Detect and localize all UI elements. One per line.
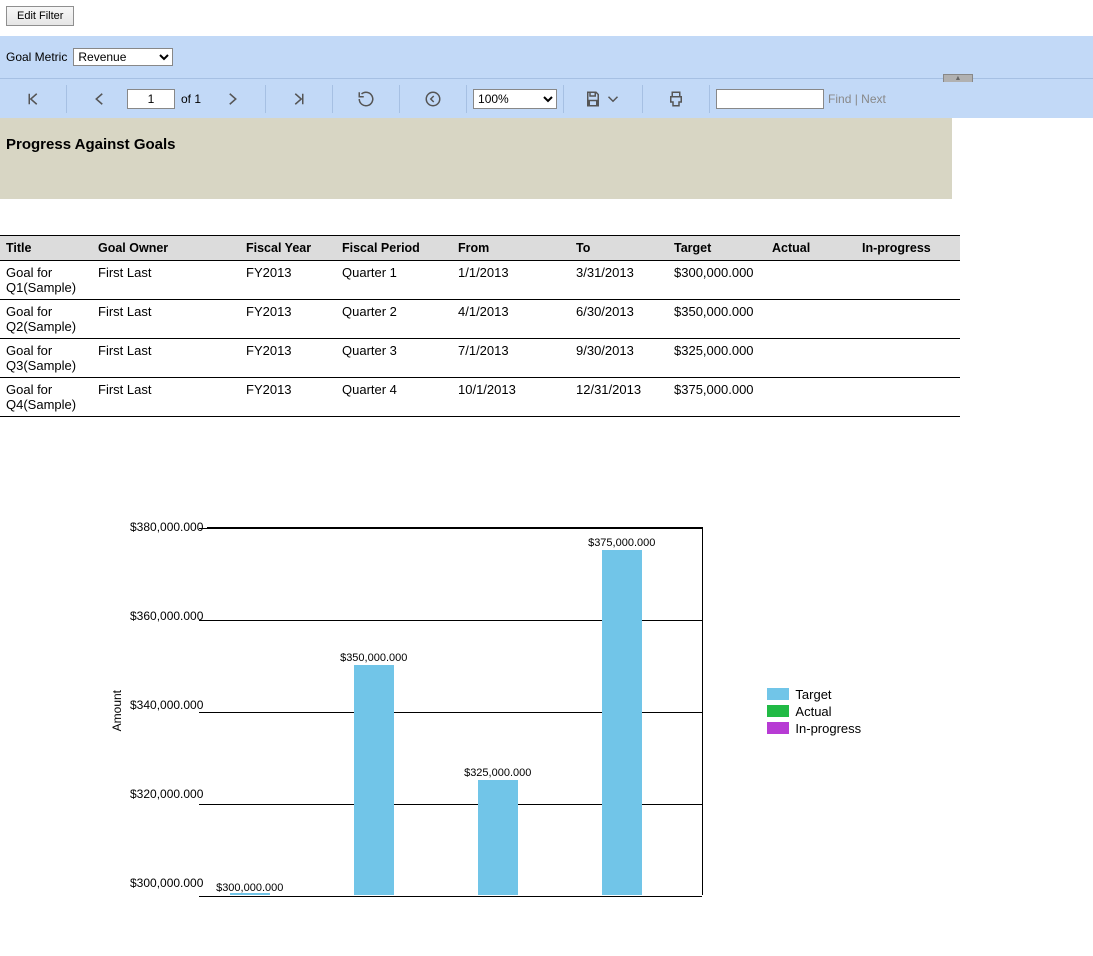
chart-plot-area: $300,000.000 $350,000.000 $325,000.000 $375… <box>207 527 703 895</box>
cell-to: 9/30/2013 <box>570 339 668 378</box>
cell-title: Goal for Q2(Sample) <box>0 300 92 339</box>
cell-owner: First Last <box>92 300 240 339</box>
parameter-bar: Goal Metric Revenue ▲ <box>0 36 1093 78</box>
cell-inprog <box>856 261 960 300</box>
legend-swatch-icon <box>767 688 789 700</box>
goal-metric-label: Goal Metric <box>6 50 67 64</box>
cell-owner: First Last <box>92 261 240 300</box>
col-header-inprog: In-progress <box>856 236 960 261</box>
cell-fp: Quarter 3 <box>336 339 452 378</box>
cell-owner: First Last <box>92 378 240 417</box>
last-page-icon[interactable] <box>286 86 312 112</box>
chart-bar <box>478 780 518 895</box>
cell-actual <box>766 300 856 339</box>
chart-y-ticks: $380,000.000$360,000.000$340,000.000$320… <box>130 527 207 895</box>
y-tick-label: $320,000.000 <box>130 788 203 800</box>
legend-label: Actual <box>795 704 831 719</box>
chart-y-axis-label: Amount <box>110 690 124 731</box>
goal-metric-select[interactable]: Revenue <box>73 48 173 66</box>
y-tick-label: $300,000.000 <box>130 877 203 889</box>
y-tick-label: $380,000.000 <box>130 521 203 533</box>
table-row: Goal for Q3(Sample)First LastFY2013Quart… <box>0 339 960 378</box>
cell-to: 6/30/2013 <box>570 300 668 339</box>
cell-fp: Quarter 2 <box>336 300 452 339</box>
edit-filter-button[interactable]: Edit Filter <box>6 6 74 26</box>
chart-bar-label: $350,000.000 <box>340 652 407 664</box>
page-total-label: of 1 <box>181 92 201 106</box>
legend-label: In-progress <box>795 721 861 736</box>
cell-from: 10/1/2013 <box>452 378 570 417</box>
cell-actual <box>766 378 856 417</box>
table-row: Goal for Q1(Sample)First LastFY2013Quart… <box>0 261 960 300</box>
cell-fy: FY2013 <box>240 339 336 378</box>
report-toolbar: of 1 100% Find | Next <box>0 78 1093 118</box>
cell-fy: FY2013 <box>240 261 336 300</box>
cell-fp: Quarter 1 <box>336 261 452 300</box>
cell-owner: First Last <box>92 339 240 378</box>
cell-to: 3/31/2013 <box>570 261 668 300</box>
prev-page-icon[interactable] <box>87 86 113 112</box>
y-tick-label: $340,000.000 <box>130 699 203 711</box>
cell-inprog <box>856 339 960 378</box>
col-header-owner: Goal Owner <box>92 236 240 261</box>
legend-swatch-icon <box>767 722 789 734</box>
cell-to: 12/31/2013 <box>570 378 668 417</box>
goals-table: Title Goal Owner Fiscal Year Fiscal Peri… <box>0 235 960 417</box>
find-input[interactable] <box>716 89 824 109</box>
legend-item: In-progress <box>767 721 861 736</box>
gridline <box>203 896 702 897</box>
refresh-icon[interactable] <box>353 86 379 112</box>
print-icon[interactable] <box>663 86 689 112</box>
page-number-input[interactable] <box>127 89 175 109</box>
cell-title: Goal for Q4(Sample) <box>0 378 92 417</box>
chart-bar-label: $300,000.000 <box>216 882 283 894</box>
legend-label: Target <box>795 687 831 702</box>
col-header-title: Title <box>0 236 92 261</box>
col-header-actual: Actual <box>766 236 856 261</box>
cell-from: 7/1/2013 <box>452 339 570 378</box>
chart-bar-label: $325,000.000 <box>464 767 531 779</box>
report-title: Progress Against Goals <box>0 118 952 199</box>
cell-actual <box>766 339 856 378</box>
chart-bar-label: $375,000.000 <box>588 537 655 549</box>
table-header-row: Title Goal Owner Fiscal Year Fiscal Peri… <box>0 236 960 261</box>
table-row: Goal for Q4(Sample)First LastFY2013Quart… <box>0 378 960 417</box>
cell-from: 1/1/2013 <box>452 261 570 300</box>
legend-item: Actual <box>767 704 861 719</box>
table-row: Goal for Q2(Sample)First LastFY2013Quart… <box>0 300 960 339</box>
first-page-icon[interactable] <box>20 86 46 112</box>
save-icon[interactable] <box>584 86 622 112</box>
cell-target: $300,000.000 <box>668 261 766 300</box>
col-header-from: From <box>452 236 570 261</box>
legend-swatch-icon <box>767 705 789 717</box>
cell-from: 4/1/2013 <box>452 300 570 339</box>
cell-fy: FY2013 <box>240 300 336 339</box>
cell-title: Goal for Q1(Sample) <box>0 261 92 300</box>
cell-target: $350,000.000 <box>668 300 766 339</box>
y-tick-label: $360,000.000 <box>130 610 203 622</box>
col-header-fp: Fiscal Period <box>336 236 452 261</box>
cell-inprog <box>856 378 960 417</box>
gridline <box>203 528 702 529</box>
chart-legend: Target Actual In-progress <box>767 685 861 738</box>
next-page-icon[interactable] <box>219 86 245 112</box>
col-header-to: To <box>570 236 668 261</box>
legend-item: Target <box>767 687 861 702</box>
find-next-link[interactable]: Find | Next <box>828 92 886 106</box>
cell-target: $325,000.000 <box>668 339 766 378</box>
cell-title: Goal for Q3(Sample) <box>0 339 92 378</box>
back-icon[interactable] <box>420 86 446 112</box>
cell-actual <box>766 261 856 300</box>
cell-target: $375,000.000 <box>668 378 766 417</box>
chart-bar <box>602 550 642 895</box>
chart-bar <box>354 665 394 895</box>
cell-inprog <box>856 300 960 339</box>
cell-fy: FY2013 <box>240 378 336 417</box>
col-header-fy: Fiscal Year <box>240 236 336 261</box>
cell-fp: Quarter 4 <box>336 378 452 417</box>
collapse-grip-icon[interactable]: ▲ <box>943 74 973 82</box>
zoom-select[interactable]: 100% <box>473 89 557 109</box>
col-header-target: Target <box>668 236 766 261</box>
